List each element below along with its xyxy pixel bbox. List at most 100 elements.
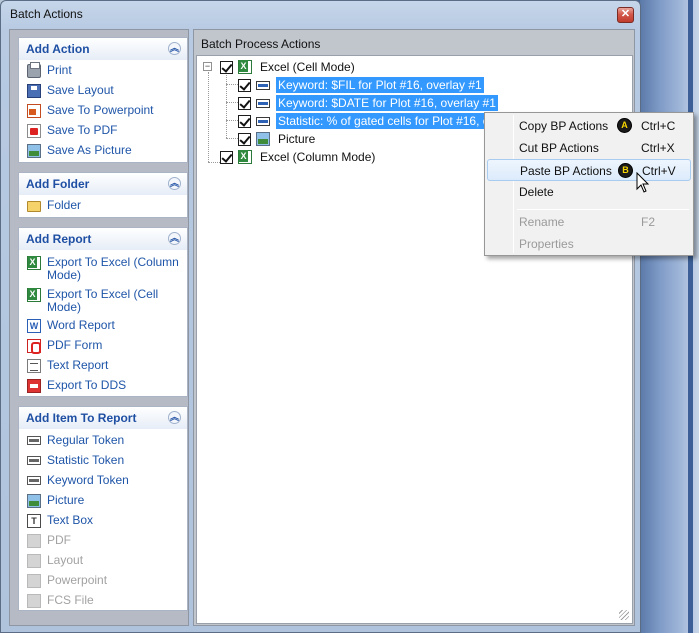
tree-node-excel-column-mode[interactable]: Excel (Column Mode) [220,148,377,166]
tree-expander-collapse[interactable]: − [203,62,212,71]
tree-node-excel-cell-mode[interactable]: Excel (Cell Mode) [220,58,357,76]
context-menu: Copy BP Actions A Ctrl+C Cut BP Actions … [484,112,694,256]
text-box-icon [27,514,41,528]
menu-item-copy-bp-actions[interactable]: Copy BP Actions A Ctrl+C [487,115,691,137]
sidebar-item-text-box[interactable]: Text Box [27,511,183,531]
tree-connector [226,84,238,85]
section-title: Add Item To Report [26,411,137,425]
printer-icon [27,62,41,78]
sidebar-item-label: Text Report [47,358,109,372]
tree-node-label: Keyword: $DATE for Plot #16, overlay #1 [276,95,498,111]
checkbox-checked[interactable] [238,96,251,110]
sidebar-item-pdf: PDF [27,531,183,551]
powerpoint-icon [27,574,41,588]
fcs-file-icon [27,594,41,608]
tree-connector [208,72,209,162]
actions-sidebar: Add Action ︽ Print Save Layout Save To P… [9,29,189,626]
section-title: Add Folder [26,177,90,191]
collapse-chevron-icon[interactable]: ︽ [168,177,181,190]
tree-node-label: Excel (Column Mode) [260,150,376,164]
sidebar-item-word-report[interactable]: Word Report [27,316,183,336]
menu-item-paste-bp-actions[interactable]: Paste BP Actions B Ctrl+V [487,159,691,181]
tree-node-keyword-fil[interactable]: Keyword: $FIL for Plot #16, overlay #1 [238,76,484,94]
sidebar-item-powerpoint: Powerpoint [27,571,183,591]
token-icon [27,456,41,465]
sidebar-item-text-report[interactable]: Text Report [27,356,183,376]
sidebar-item-export-excel-column[interactable]: Export To Excel (Column Mode) [27,253,183,283]
collapse-chevron-icon[interactable]: ︽ [168,411,181,424]
section-add-folder: Add Folder ︽ Folder [18,172,188,218]
tree-node-keyword-date[interactable]: Keyword: $DATE for Plot #16, overlay #1 [238,94,498,112]
menu-item-label: Paste BP Actions [520,164,612,178]
callout-badge-b: B [618,163,633,178]
title-bar[interactable]: Batch Actions ✕ [1,1,640,29]
batch-actions-window: Batch Actions ✕ Add Action ︽ Print Save … [0,0,641,633]
sidebar-item-export-excel-cell[interactable]: Export To Excel (Cell Mode) [27,285,183,315]
menu-item-label: Cut BP Actions [519,141,599,155]
sidebar-item-label: Save As Picture [47,143,132,157]
menu-item-label: Copy BP Actions [519,119,609,133]
folder-icon [27,201,41,212]
keyword-token-icon [256,99,270,108]
sidebar-item-label: Export To DDS [47,378,127,392]
dds-icon [27,379,41,393]
collapse-chevron-icon[interactable]: ︽ [168,232,181,245]
section-add-report: Add Report ︽ Export To Excel (Column Mod… [18,227,188,397]
sidebar-item-save-layout[interactable]: Save Layout [27,81,183,101]
checkbox-checked[interactable] [238,132,251,146]
section-title: Add Report [26,232,92,246]
token-icon [27,476,41,485]
sidebar-item-save-to-powerpoint[interactable]: Save To Powerpoint [27,101,183,121]
section-add-item-to-report: Add Item To Report ︽ Regular Token Stati… [18,406,188,611]
sidebar-item-label: Word Report [47,318,115,332]
checkbox-checked[interactable] [220,150,233,164]
floppy-disk-icon [27,84,41,98]
sidebar-item-label: Export To Excel (Column Mode) [47,255,179,282]
sidebar-item-regular-token[interactable]: Regular Token [27,431,183,451]
section-header-add-report[interactable]: Add Report ︽ [19,228,187,250]
close-button[interactable]: ✕ [617,7,634,23]
desktop-background-stripe [688,0,693,633]
excel-icon [27,256,41,270]
sidebar-item-print[interactable]: Print [27,61,183,81]
sidebar-item-keyword-token[interactable]: Keyword Token [27,471,183,491]
menu-item-shortcut: F2 [641,215,656,229]
tree-node-picture[interactable]: Picture [238,130,317,148]
checkbox-checked[interactable] [220,60,233,74]
resize-grip-icon[interactable] [619,610,629,620]
pdf-icon [27,534,41,548]
sidebar-item-label: Print [47,63,72,77]
sidebar-item-save-to-pdf[interactable]: Save To PDF [27,121,183,141]
sidebar-item-folder[interactable]: Folder [27,196,183,216]
excel-icon [238,60,252,74]
checkbox-checked[interactable] [238,78,251,92]
collapse-chevron-icon[interactable]: ︽ [168,42,181,55]
sidebar-item-label: Powerpoint [47,573,108,587]
sidebar-item-pdf-form[interactable]: PDF Form [27,336,183,356]
sidebar-item-layout: Layout [27,551,183,571]
sidebar-item-save-as-picture[interactable]: Save As Picture [27,141,183,161]
sidebar-item-label: Regular Token [47,433,125,447]
sidebar-item-label: Keyword Token [47,473,129,487]
powerpoint-icon [27,104,41,118]
layout-icon [27,554,41,568]
tree-node-label: Keyword: $FIL for Plot #16, overlay #1 [276,77,484,93]
menu-item-rename: Rename F2 [487,211,691,233]
menu-item-delete[interactable]: Delete [487,181,691,203]
menu-item-shortcut: Ctrl+X [641,141,675,155]
menu-item-properties: Properties [487,233,691,255]
section-header-add-folder[interactable]: Add Folder ︽ [19,173,187,195]
tree-connector [208,162,220,163]
sidebar-item-label: FCS File [47,593,94,607]
pdf-form-icon [27,339,41,354]
section-add-action: Add Action ︽ Print Save Layout Save To P… [18,37,188,163]
section-header-add-action[interactable]: Add Action ︽ [19,38,187,60]
sidebar-item-picture[interactable]: Picture [27,491,183,511]
tree-connector [226,138,238,139]
mouse-cursor-icon [636,172,650,193]
menu-item-cut-bp-actions[interactable]: Cut BP Actions Ctrl+X [487,137,691,159]
sidebar-item-statistic-token[interactable]: Statistic Token [27,451,183,471]
sidebar-item-export-dds[interactable]: Export To DDS [27,376,183,396]
section-header-add-item-to-report[interactable]: Add Item To Report ︽ [19,407,187,429]
checkbox-checked[interactable] [238,114,251,128]
